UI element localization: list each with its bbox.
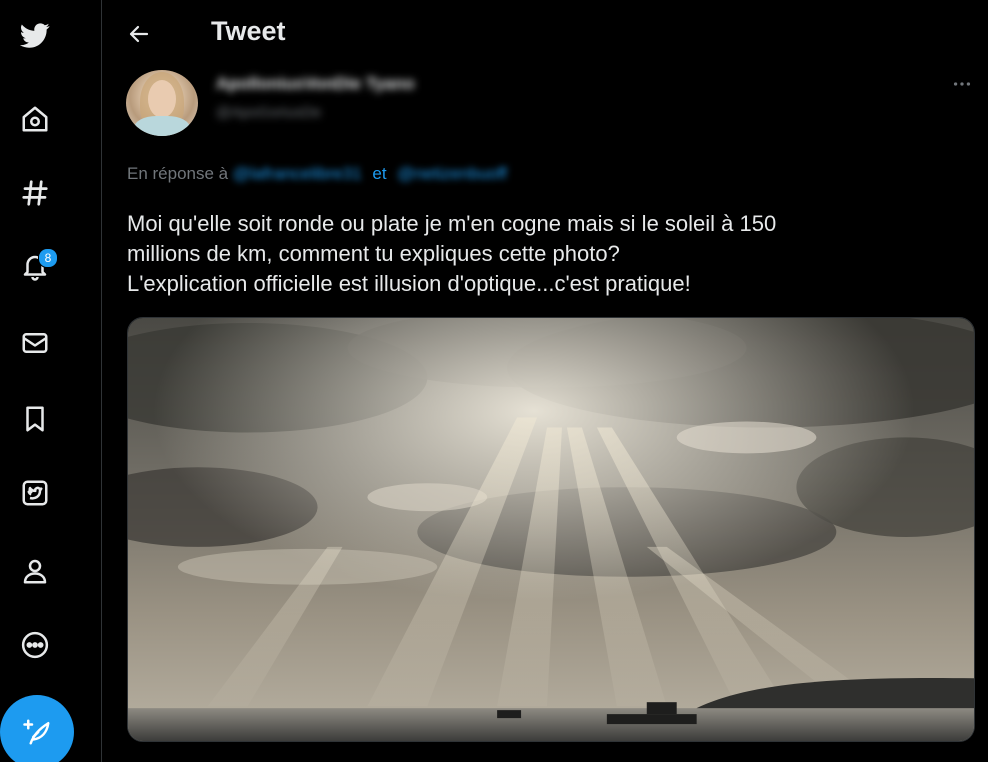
reply-prefix: En réponse à — [127, 164, 229, 183]
tweet-photo[interactable] — [127, 317, 975, 742]
author-display-name[interactable]: ApolloniusVonDie Tyano — [216, 74, 415, 94]
tweet-text-line: millions de km, comment tu expliques cet… — [127, 241, 620, 266]
more-horizontal-icon — [953, 82, 971, 86]
author-handle[interactable]: @ApoGoriusDe — [216, 104, 321, 121]
messages-envelope-icon[interactable] — [8, 316, 62, 370]
avatar[interactable] — [126, 70, 198, 136]
more-circle-icon[interactable] — [8, 618, 62, 672]
tweet-more-button[interactable] — [946, 70, 978, 98]
tweet-text-line: L'explication officielle est illusion d'… — [127, 271, 691, 296]
reply-connector: et — [372, 164, 387, 183]
sidebar: 8 — [0, 0, 102, 762]
notification-count-badge: 8 — [38, 248, 58, 268]
feather-plus-icon — [23, 719, 50, 745]
page-header: Tweet — [103, 0, 873, 66]
reply-mention-link[interactable]: @lafrancelibre31 — [233, 164, 362, 183]
arrow-left-icon — [129, 25, 149, 43]
twitter-logo-icon[interactable] — [8, 8, 62, 62]
tweet-text: Moi qu'elle soit ronde ou plate je m'en … — [127, 209, 927, 299]
tweet-text-line: Moi qu'elle soit ronde ou plate je m'en … — [127, 211, 777, 236]
reply-mention-link[interactable]: @netizenbuoff — [397, 164, 507, 183]
app-root: 8 Tweet ApolloniusVonDie Tyano @ApoGoriu… — [0, 0, 988, 762]
sunbeams-through-clouds-photo — [128, 318, 974, 741]
explore-hashtag-icon[interactable] — [8, 166, 62, 220]
back-button[interactable] — [119, 14, 159, 54]
profile-person-icon[interactable] — [8, 544, 62, 598]
reply-context: En réponse à @lafrancelibre31 et @netize… — [127, 164, 507, 184]
bookmarks-icon[interactable] — [8, 392, 62, 446]
home-icon[interactable] — [8, 92, 62, 146]
page-title: Tweet — [211, 16, 286, 46]
compose-tweet-button[interactable] — [0, 695, 74, 762]
notifications-bell-icon[interactable]: 8 — [8, 240, 62, 294]
twitter-blue-icon[interactable] — [8, 466, 62, 520]
